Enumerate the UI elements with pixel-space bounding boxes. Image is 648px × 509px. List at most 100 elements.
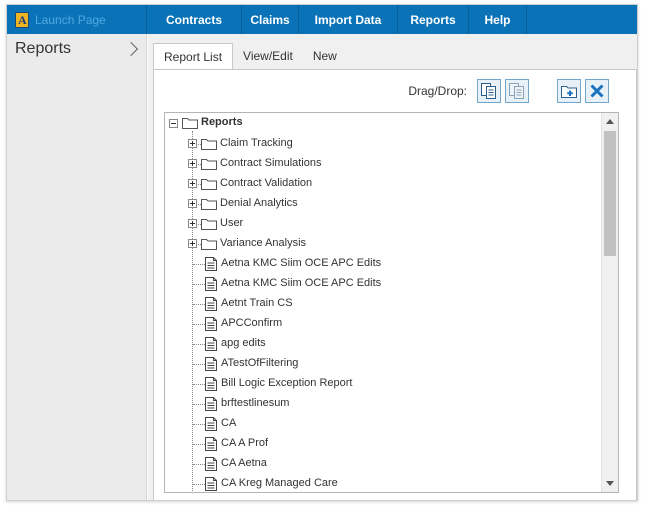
launch-page-label: Launch Page xyxy=(35,12,106,27)
tree-report-label: Bill Logic Exception Report xyxy=(221,377,353,389)
tab-report-list[interactable]: Report List xyxy=(153,43,234,69)
scroll-down-icon[interactable] xyxy=(606,481,614,486)
folder-icon xyxy=(201,198,217,210)
launch-page-link[interactable]: A Launch Page xyxy=(7,5,147,34)
document-icon xyxy=(205,277,217,291)
tree-folder-row[interactable]: Variance Analysis xyxy=(165,234,602,254)
tree-report-row[interactable]: ATestOfFiltering xyxy=(165,354,602,374)
tree-connector xyxy=(193,324,205,325)
tree-folder-label: Contract Simulations xyxy=(220,157,322,169)
nav-contracts[interactable]: Contracts xyxy=(147,5,242,34)
tree-report-label: brftestlinesum xyxy=(221,397,290,409)
nav-import-data[interactable]: Import Data xyxy=(299,5,398,34)
tree-folder-label: Variance Analysis xyxy=(220,237,307,249)
document-icon xyxy=(205,317,217,331)
tree-report-row[interactable]: apg edits xyxy=(165,334,602,354)
nav-help[interactable]: Help xyxy=(469,5,527,34)
tree-report-row[interactable]: APCConfirm xyxy=(165,314,602,334)
collapse-icon[interactable] xyxy=(169,119,178,128)
report-tree: Reports Claim Tracking Contract Simulation… xyxy=(164,112,619,493)
tree-report-label: CA A Prof xyxy=(221,437,269,449)
tree-report-row[interactable]: brftestlinesum xyxy=(165,394,602,414)
tree-folder-label: User xyxy=(220,217,244,229)
tree-folder-label: Claim Tracking xyxy=(220,137,293,149)
document-icon xyxy=(205,397,217,411)
tree-report-label: CA xyxy=(221,417,237,429)
folder-icon xyxy=(201,178,217,190)
document-icon xyxy=(205,257,217,271)
paste-icon xyxy=(509,83,524,99)
tree-root-label: Reports xyxy=(201,116,243,128)
expand-icon[interactable] xyxy=(188,139,197,148)
tree-report-label: Aetna KMC Siim OCE APC Edits xyxy=(221,277,382,289)
scroll-up-icon[interactable] xyxy=(606,119,614,124)
expand-icon[interactable] xyxy=(188,219,197,228)
sidebar-title: Reports xyxy=(15,40,72,57)
tree-report-row[interactable]: CA A Prof xyxy=(165,434,602,454)
document-icon xyxy=(205,297,217,311)
folder-icon xyxy=(201,238,217,250)
tree-folder-row[interactable]: Contract Validation xyxy=(165,174,602,194)
document-icon xyxy=(205,377,217,391)
tree-report-row[interactable]: Bill Logic Exception Report xyxy=(165,374,602,394)
folder-icon xyxy=(201,158,217,170)
tree-connector xyxy=(193,344,205,345)
chevron-right-icon[interactable] xyxy=(123,41,139,57)
document-icon xyxy=(205,337,217,351)
new-folder-button[interactable] xyxy=(557,79,581,103)
tree-report-row[interactable]: Aetnt Train CS xyxy=(165,294,602,314)
report-list-panel: Drag/Drop: Reports Claim Tracking Contra… xyxy=(153,69,637,500)
tree-report-row[interactable]: Aetna KMC Siim OCE APC Edits xyxy=(165,274,602,294)
copy-icon xyxy=(481,83,496,99)
tree-report-label: apg edits xyxy=(221,337,266,349)
toolbar: Drag/Drop: xyxy=(408,78,609,104)
expand-icon[interactable] xyxy=(188,199,197,208)
nav-reports[interactable]: Reports xyxy=(398,5,469,34)
tree-connector xyxy=(193,264,205,265)
tree-report-row[interactable]: CA Aetna xyxy=(165,454,602,474)
main-content: Report List View/Edit New Drag/Drop: Rep… xyxy=(148,34,637,500)
tree-report-label: APCConfirm xyxy=(221,317,283,329)
tree-report-label: CA Kreg Managed Care xyxy=(221,477,338,489)
expand-icon[interactable] xyxy=(188,159,197,168)
tab-bar: Report List View/Edit New xyxy=(153,43,347,69)
document-icon xyxy=(205,457,217,471)
tree-report-row[interactable]: CA xyxy=(165,414,602,434)
tree-list: Reports Claim Tracking Contract Simulation… xyxy=(165,113,602,492)
tree-folder-row[interactable]: User xyxy=(165,214,602,234)
app-logo-icon: A xyxy=(15,11,29,28)
paste-button[interactable] xyxy=(505,79,529,103)
tree-folder-label: Denial Analytics xyxy=(220,197,298,209)
expand-icon[interactable] xyxy=(188,239,197,248)
tab-new[interactable]: New xyxy=(303,43,347,69)
nav-claims[interactable]: Claims xyxy=(242,5,299,34)
tree-connector xyxy=(193,284,205,285)
delete-button[interactable] xyxy=(585,79,609,103)
tree-root-row[interactable]: Reports xyxy=(165,113,602,134)
scroll-thumb[interactable] xyxy=(604,131,616,256)
tab-view-edit[interactable]: View/Edit xyxy=(233,43,303,69)
tree-connector xyxy=(193,464,205,465)
sidebar-header[interactable]: Reports xyxy=(7,34,146,64)
app-window: A Launch Page Contracts Claims Import Da… xyxy=(6,4,638,501)
tree-connector xyxy=(193,444,205,445)
expand-icon[interactable] xyxy=(188,179,197,188)
tree-folder-row[interactable]: Claim Tracking xyxy=(165,134,602,154)
sidebar: Reports xyxy=(7,34,147,500)
tree-report-label: CA Aetna xyxy=(221,457,267,469)
tree-folder-row[interactable]: Contract Simulations xyxy=(165,154,602,174)
tree-connector xyxy=(193,424,205,425)
vertical-scrollbar[interactable] xyxy=(601,113,618,492)
document-icon xyxy=(205,437,217,451)
copy-button[interactable] xyxy=(477,79,501,103)
top-nav: A Launch Page Contracts Claims Import Da… xyxy=(7,5,637,34)
drag-drop-label: Drag/Drop: xyxy=(408,84,467,98)
tree-report-row[interactable]: Aetna KMC Siim OCE APC Edits xyxy=(165,254,602,274)
tree-report-row[interactable]: CA Kreg Managed Care xyxy=(165,474,602,492)
folder-icon xyxy=(182,117,198,129)
folder-icon xyxy=(201,138,217,150)
tree-folder-row[interactable]: Denial Analytics xyxy=(165,194,602,214)
folder-icon xyxy=(201,218,217,230)
tree-connector xyxy=(193,304,205,305)
tree-report-label: ATestOfFiltering xyxy=(221,357,299,369)
